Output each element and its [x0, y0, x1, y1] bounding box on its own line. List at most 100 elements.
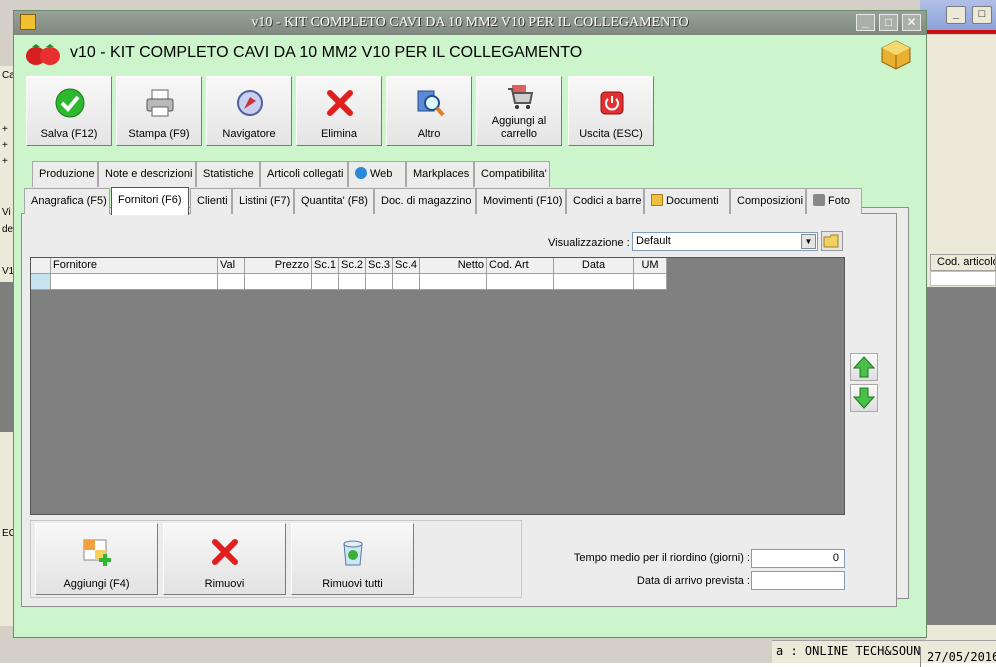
move-up-button[interactable]	[850, 353, 878, 381]
column-header-unit[interactable]: UM	[634, 258, 667, 274]
remove-all-label: Rimuovi tutti	[322, 578, 383, 590]
recycle-bin-icon	[343, 540, 363, 566]
cell-currency[interactable]	[218, 274, 245, 290]
column-header-discount3[interactable]: Sc.3	[366, 258, 393, 274]
bg-right-grid	[926, 287, 996, 625]
tab-movements[interactable]: Movimenti (F10)	[476, 188, 566, 214]
article-window: v10 - KIT COMPLETO CAVI DA 10 MM2 V10 PE…	[13, 10, 927, 638]
row-indicator	[31, 274, 51, 290]
print-label: Stampa (F9)	[128, 128, 190, 140]
reorder-time-input[interactable]: 0	[751, 549, 845, 568]
tab-photo[interactable]: Foto	[806, 188, 862, 214]
cell-discount1[interactable]	[312, 274, 339, 290]
tab-compatibility[interactable]: Compatibilita'	[474, 161, 550, 187]
tab-warehouse-docs[interactable]: Doc. di magazzino	[374, 188, 476, 214]
tab-suppliers[interactable]: Fornitori (F6)	[111, 187, 189, 215]
navigator-button[interactable]: Navigatore	[206, 76, 292, 146]
window-titlebar[interactable]: v10 - KIT COMPLETO CAVI DA 10 MM2 V10 PE…	[14, 11, 926, 35]
column-header-net[interactable]: Netto	[420, 258, 487, 274]
cell-discount2[interactable]	[339, 274, 366, 290]
add-to-cart-label: Aggiungi al carrello	[491, 115, 547, 140]
cell-supplier[interactable]	[51, 274, 218, 290]
column-header-discount1[interactable]: Sc.1	[312, 258, 339, 274]
page-title: v10 - KIT COMPLETO CAVI DA 10 MM2 V10 PE…	[70, 44, 583, 61]
maximize-button[interactable]: □	[879, 14, 898, 31]
arrival-date-label: Data di arrivo prevista :	[636, 575, 750, 587]
folder-icon	[823, 234, 839, 248]
globe-icon	[355, 167, 367, 179]
cell-article-code[interactable]	[487, 274, 554, 290]
move-down-button[interactable]	[850, 384, 878, 412]
bg-maximize-button[interactable]: □	[972, 6, 992, 24]
tab-price-lists[interactable]: Listini (F7)	[232, 188, 294, 214]
print-button[interactable]: Stampa (F9)	[116, 76, 202, 146]
remove-label: Rimuovi	[204, 578, 245, 590]
cell-net[interactable]	[420, 274, 487, 290]
column-header-date[interactable]: Data	[554, 258, 634, 274]
tab-barcodes[interactable]: Codici a barre	[566, 188, 644, 214]
exit-label: Uscita (ESC)	[579, 128, 643, 140]
cell-price[interactable]	[245, 274, 312, 290]
bg-minimize-button[interactable]: _	[946, 6, 966, 24]
column-header-supplier[interactable]: Fornitore	[51, 258, 218, 274]
chevron-down-icon[interactable]: ▼	[801, 234, 816, 249]
close-button[interactable]: ✕	[902, 14, 921, 31]
arrival-date-input[interactable]	[751, 571, 845, 590]
tab-web-label: Web	[370, 168, 393, 180]
table-row[interactable]	[31, 274, 667, 290]
save-button[interactable]: Salva (F12)	[26, 76, 112, 146]
tab-linked-articles[interactable]: Articoli collegati	[260, 161, 348, 187]
cell-unit[interactable]	[634, 274, 667, 290]
tab-customers[interactable]: Clienti	[190, 188, 232, 214]
status-date: 27/05/2016	[920, 647, 996, 667]
add-row-icon	[83, 539, 111, 566]
magnifier-icon	[417, 90, 445, 117]
minimize-button[interactable]: _	[856, 14, 875, 31]
delete-button[interactable]: Elimina	[296, 76, 382, 146]
column-header-discount4[interactable]: Sc.4	[393, 258, 420, 274]
window-title: v10 - KIT COMPLETO CAVI DA 10 MM2 V10 PE…	[251, 15, 689, 30]
remove-all-button[interactable]: Rimuovi tutti	[291, 523, 414, 595]
window-header: v10 - KIT COMPLETO CAVI DA 10 MM2 V10 PE…	[14, 35, 926, 73]
tab-documents[interactable]: Documenti	[644, 188, 730, 214]
column-header-discount2[interactable]: Sc.2	[339, 258, 366, 274]
printer-icon	[146, 89, 174, 117]
navigator-label: Navigatore	[222, 128, 276, 140]
add-supplier-label: Aggiungi (F4)	[63, 578, 130, 590]
suppliers-grid[interactable]: Fornitore Val Prezzo Sc.1 Sc.2 Sc.3 Sc.4…	[30, 257, 845, 515]
bg-column-header[interactable]: Cod. articolo	[930, 254, 996, 271]
tab-quantity[interactable]: Quantita' (F8)	[294, 188, 374, 214]
check-icon	[55, 88, 85, 118]
column-header-article-code[interactable]: Cod. Art	[487, 258, 554, 274]
view-label: Visualizzazione :	[548, 237, 630, 249]
exit-button[interactable]: Uscita (ESC)	[568, 76, 654, 146]
tab-web[interactable]: Web	[348, 161, 406, 187]
camera-icon	[813, 194, 825, 206]
arrow-down-icon	[852, 387, 876, 409]
grid-header: Fornitore Val Prezzo Sc.1 Sc.2 Sc.3 Sc.4…	[31, 258, 667, 274]
add-to-cart-button[interactable]: Aggiungi al carrello	[476, 76, 562, 146]
other-label: Altro	[417, 128, 441, 140]
tab-production[interactable]: Produzione	[32, 161, 98, 187]
tab-notes[interactable]: Note e descrizioni	[98, 161, 196, 187]
column-header-price[interactable]: Prezzo	[245, 258, 312, 274]
bg-grid-row[interactable]	[930, 271, 996, 286]
cell-discount4[interactable]	[393, 274, 420, 290]
tab-registry[interactable]: Anagrafica (F5)	[24, 188, 110, 214]
status-company: a : ONLINE TECH&SOUND	[776, 644, 920, 658]
cell-discount3[interactable]	[366, 274, 393, 290]
folder-icon	[651, 194, 663, 206]
column-header-currency[interactable]: Val	[218, 258, 245, 274]
open-folder-button[interactable]	[821, 231, 843, 251]
tab-compositions[interactable]: Composizioni	[730, 188, 806, 214]
tab-marketplaces[interactable]: Markplaces	[406, 161, 474, 187]
tab-statistics[interactable]: Statistiche	[196, 161, 260, 187]
add-supplier-button[interactable]: Aggiungi (F4)	[35, 523, 158, 595]
other-button[interactable]: Altro	[386, 76, 472, 146]
row-indicator-header	[31, 258, 51, 274]
view-select[interactable]: Default ▼	[632, 232, 818, 251]
bg-left-grid	[0, 282, 14, 432]
x-icon	[327, 90, 353, 116]
remove-button[interactable]: Rimuovi	[163, 523, 286, 595]
cell-date[interactable]	[554, 274, 634, 290]
